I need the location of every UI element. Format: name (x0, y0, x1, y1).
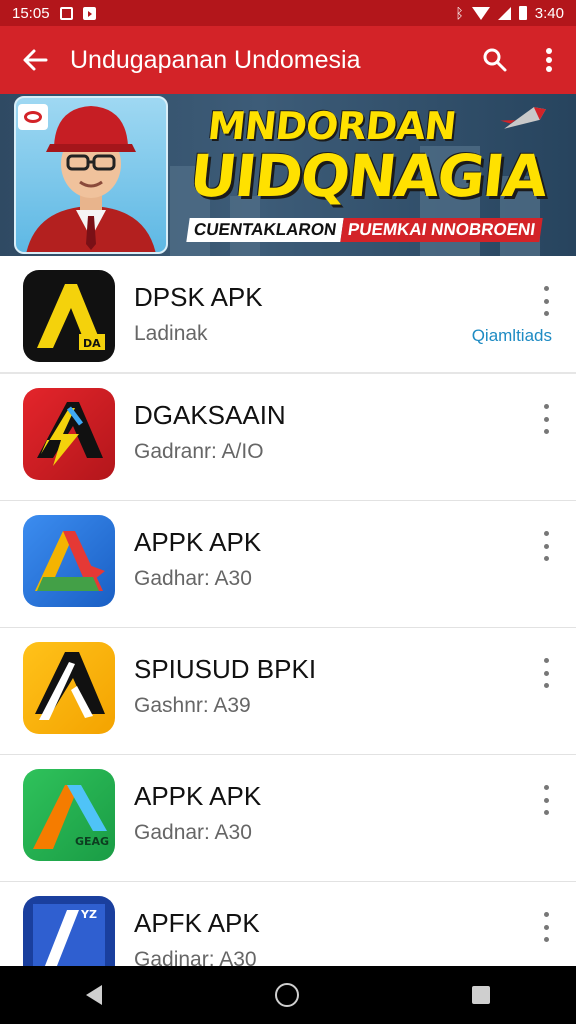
more-options-button[interactable] (534, 286, 558, 316)
app-name: DPSK APK (134, 282, 263, 312)
more-options-button[interactable] (534, 658, 558, 688)
more-options-button[interactable] (534, 912, 558, 942)
app-bar: Undugapanan Undomesia (0, 26, 576, 94)
svg-text:YZ: YZ (80, 908, 97, 921)
app-subtitle: Ladinak (134, 322, 208, 345)
app-subtitle: Gadhar: A30 (134, 567, 252, 590)
list-item[interactable]: DA DPSK APK Ladinak Qiamltiads (0, 256, 576, 374)
page-title: Undugapanan Undomesia (70, 45, 361, 74)
svg-text:DA: DA (83, 337, 101, 350)
apk-orange-a-icon (23, 642, 115, 734)
list-item[interactable]: GEAG APPK APK Gadnar: A30 (0, 755, 576, 882)
app-name: APFK APK (134, 908, 260, 938)
list-item[interactable]: APPK APK Gadhar: A30 (0, 501, 576, 628)
app-name: APPK APK (134, 527, 262, 557)
wifi-icon (471, 6, 490, 20)
more-vert-icon (546, 48, 552, 72)
search-button[interactable] (468, 26, 522, 94)
nav-back-icon[interactable] (86, 985, 103, 1005)
app-list: DA DPSK APK Ladinak Qiamltiads DGAKSAAIN… (0, 256, 576, 1009)
banner-tag-left: CUENTAKLARON (186, 218, 344, 242)
status-time: 15:05 (12, 4, 50, 22)
more-options-button[interactable] (534, 404, 558, 434)
list-item[interactable]: SPIUSUD BPKI Gashnr: A39 (0, 628, 576, 755)
rocket-icon (500, 107, 546, 129)
apk-yellow-a-icon: DA (23, 270, 115, 362)
battery-icon (518, 6, 527, 20)
app-name: DGAKSAAIN (134, 400, 286, 430)
nav-recents-icon[interactable] (471, 986, 490, 1004)
app-subtitle: Gashnr: A39 (134, 694, 251, 717)
status-clock: 3:40 (534, 4, 564, 22)
banner-brand-logo-icon (18, 104, 48, 130)
list-item[interactable]: DGAKSAAIN Gadranr: A/IO (0, 374, 576, 501)
apk-red-lightning-icon (23, 388, 115, 480)
svg-text:GEAG: GEAG (75, 835, 109, 848)
bluetooth-icon: ᛒ (455, 5, 464, 21)
app-subtitle: Gadranr: A/IO (134, 440, 264, 463)
notification-icon (59, 6, 73, 20)
system-navigation-bar (0, 966, 576, 1024)
nav-home-icon[interactable] (274, 983, 299, 1007)
more-options-button[interactable] (534, 785, 558, 815)
status-bar: 15:05 ᛒ 3:40 (0, 0, 576, 26)
app-action-link[interactable]: Qiamltiads (472, 326, 552, 346)
back-button[interactable] (0, 26, 70, 94)
banner-tag-right: PUEMKAI NNOBROENI (340, 218, 543, 242)
arrow-left-icon (23, 49, 48, 71)
youtube-notification-icon (82, 6, 96, 20)
banner-headline-main: UIDQNAGIA (186, 142, 550, 210)
promo-banner[interactable]: MNDORDAN UIDQNAGIA CUENTAKLARON PUEMKAI … (0, 94, 576, 256)
app-name: APPK APK (134, 781, 262, 811)
search-icon (483, 48, 507, 72)
app-subtitle: Gadnar: A30 (134, 821, 252, 844)
signal-icon (497, 6, 511, 20)
apk-green-a-icon: GEAG (23, 769, 115, 861)
overflow-menu-button[interactable] (522, 26, 576, 94)
more-options-button[interactable] (534, 531, 558, 561)
apk-blue-a-icon (23, 515, 115, 607)
app-name: SPIUSUD BPKI (134, 654, 317, 684)
